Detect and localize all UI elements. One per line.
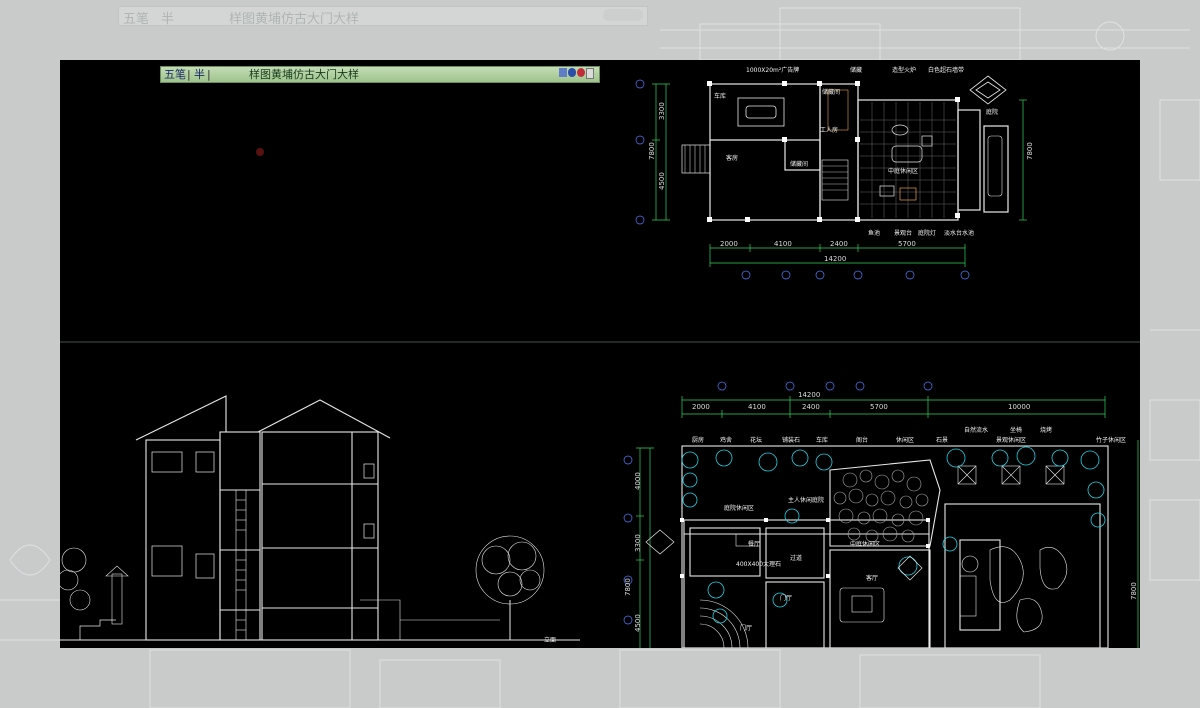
section-trees [60,535,545,640]
ime-icon-group [559,68,597,80]
svg-text:庭院: 庭院 [986,108,998,116]
svg-text:白色超石墙带: 白色超石墙带 [928,66,964,74]
svg-text:1000X20m²广告牌: 1000X20m²广告牌 [746,66,799,74]
ime-toolbar[interactable]: 五笔 | 半 | 样图黄埔仿古大门大样 [160,66,600,83]
svg-text:4100: 4100 [774,240,792,248]
svg-text:中庭休闲区: 中庭休闲区 [888,167,918,175]
svg-text:门厅: 门厅 [780,594,792,602]
bottom-plan-columns [680,518,930,578]
ghost-ime-mode: 五笔 [123,12,150,27]
menu-icon[interactable] [586,68,594,79]
svg-text:车库: 车库 [816,436,828,444]
svg-text:坐椅: 坐椅 [1010,426,1022,434]
bottom-plan-top-labels: 厨房 鸡舍 花坛 铺装石 车库 阁台 休闲区 石景 自然流水 坐椅 烧烤 景观休… [692,426,1126,444]
bottom-plan-diamonds [645,529,923,581]
svg-text:3300: 3300 [658,102,666,120]
bottom-plan-dim-texts: 2000 4100 2400 5700 10000 14200 4000 330… [624,391,1138,632]
bottom-plan-dimensions [636,396,1139,648]
top-plan-dim-texts: 2000 4100 2400 5700 14200 3300 7800 4500… [648,102,1034,263]
svg-text:自然流水: 自然流水 [964,426,988,434]
stray-mark [256,148,264,156]
svg-text:14200: 14200 [798,391,820,399]
svg-text:客房: 客房 [726,154,738,162]
svg-text:鱼池: 鱼池 [868,229,880,237]
bottom-plan-room-labels: 庭院休闲区 主人休闲庭院 餐厅 客厅 400X400大理石 门厅 门厅 过道 中… [724,496,880,632]
top-plan-axis-bubbles [635,79,970,280]
ghost-ime-toolbar: 五笔 半 样图黄埔仿古大门大样 [118,6,648,27]
svg-text:餐厅: 餐厅 [748,540,760,548]
svg-text:中庭休闲区: 中庭休闲区 [850,540,880,548]
cad-drawing: 2000 4100 2400 5700 14200 3300 7800 4500… [60,66,1140,648]
svg-text:4100: 4100 [748,403,766,411]
svg-text:7800: 7800 [1130,582,1138,600]
svg-text:10000: 10000 [1008,403,1030,411]
ime-width-label[interactable]: 半 [194,67,205,82]
svg-text:400X400大理石: 400X400大理石 [736,560,781,568]
svg-text:烧烤: 烧烤 [1040,426,1052,434]
svg-text:4500: 4500 [634,614,642,632]
svg-text:2400: 2400 [802,403,820,411]
svg-text:4500: 4500 [658,172,666,190]
svg-text:阁台: 阁台 [856,436,868,444]
svg-text:鸡舍: 鸡舍 [720,436,732,444]
ghost-ime-icons [603,9,643,21]
bottom-plan-outline [681,445,1109,648]
top-plan-hatch [860,102,956,218]
svg-text:厨房: 厨房 [692,436,704,444]
svg-text:石景: 石景 [936,437,948,444]
cad-drawing-canvas[interactable]: 2000 4100 2400 5700 14200 3300 7800 4500… [60,60,1140,648]
ime-mode-label[interactable]: 五笔 [164,67,186,82]
svg-text:客厅: 客厅 [866,574,878,582]
top-plan-labels: 1000X20m²广告牌 储藏 造型火炉 白色超石墙带 车库 客房 工人房 储藏… [714,66,998,237]
svg-text:3300: 3300 [634,534,642,552]
ime-separator: | [207,68,211,81]
svg-text:7800: 7800 [648,142,656,160]
svg-text:庭院休闲区: 庭院休闲区 [724,504,754,512]
ghost-ime-text: 样图黄埔仿古大门大样 [229,12,360,27]
svg-text:过道: 过道 [790,554,802,562]
svg-text:景观台: 景观台 [894,229,912,237]
top-plan-north-diamond [969,75,1007,105]
svg-text:储藏间: 储藏间 [822,88,840,96]
svg-text:2000: 2000 [692,403,710,411]
svg-text:7800: 7800 [624,578,632,596]
svg-text:工人房: 工人房 [820,126,838,134]
moon-icon[interactable] [568,68,576,77]
bottom-plan-axis-bubbles [623,381,933,625]
svg-text:车库: 车库 [714,92,726,100]
section-elevation [60,395,580,641]
svg-text:庭院灯: 庭院灯 [918,229,936,237]
svg-text:造型火炉: 造型火炉 [892,66,916,74]
svg-text:5700: 5700 [870,403,888,411]
ime-composition-text: 样图黄埔仿古大门大样 [249,68,359,81]
top-plan-furniture [879,124,933,201]
section-label: 立面 [544,636,556,644]
svg-text:14200: 14200 [824,255,846,263]
bottom-plan-stone-paving [833,469,929,543]
svg-text:铺装石: 铺装石 [782,436,800,444]
svg-text:淡水台水池: 淡水台水池 [944,229,974,237]
svg-text:花坛: 花坛 [750,436,762,444]
svg-text:2000: 2000 [720,240,738,248]
svg-text:4000: 4000 [634,472,642,490]
svg-text:休闲区: 休闲区 [896,436,914,444]
bottom-plan-trees [681,446,1106,624]
svg-text:竹子休闲区: 竹子休闲区 [1096,436,1126,444]
svg-text:储藏间: 储藏间 [790,160,808,168]
top-floor-plan [681,83,1009,221]
keyboard-icon[interactable] [559,68,567,77]
svg-text:5700: 5700 [898,240,916,248]
ghost-ime-width: 半 [161,12,175,27]
svg-text:7800: 7800 [1026,142,1034,160]
svg-text:景观休闲区: 景观休闲区 [996,436,1026,444]
svg-text:门厅: 门厅 [740,624,752,632]
svg-text:主人休闲庭院: 主人休闲庭院 [788,496,824,504]
svg-text:2400: 2400 [830,240,848,248]
softkey-icon[interactable] [577,68,585,77]
svg-text:储藏: 储藏 [850,66,862,74]
ime-separator: | [187,68,191,81]
bottom-plan-tables [957,465,1065,485]
bottom-plan-furniture [699,533,1068,648]
